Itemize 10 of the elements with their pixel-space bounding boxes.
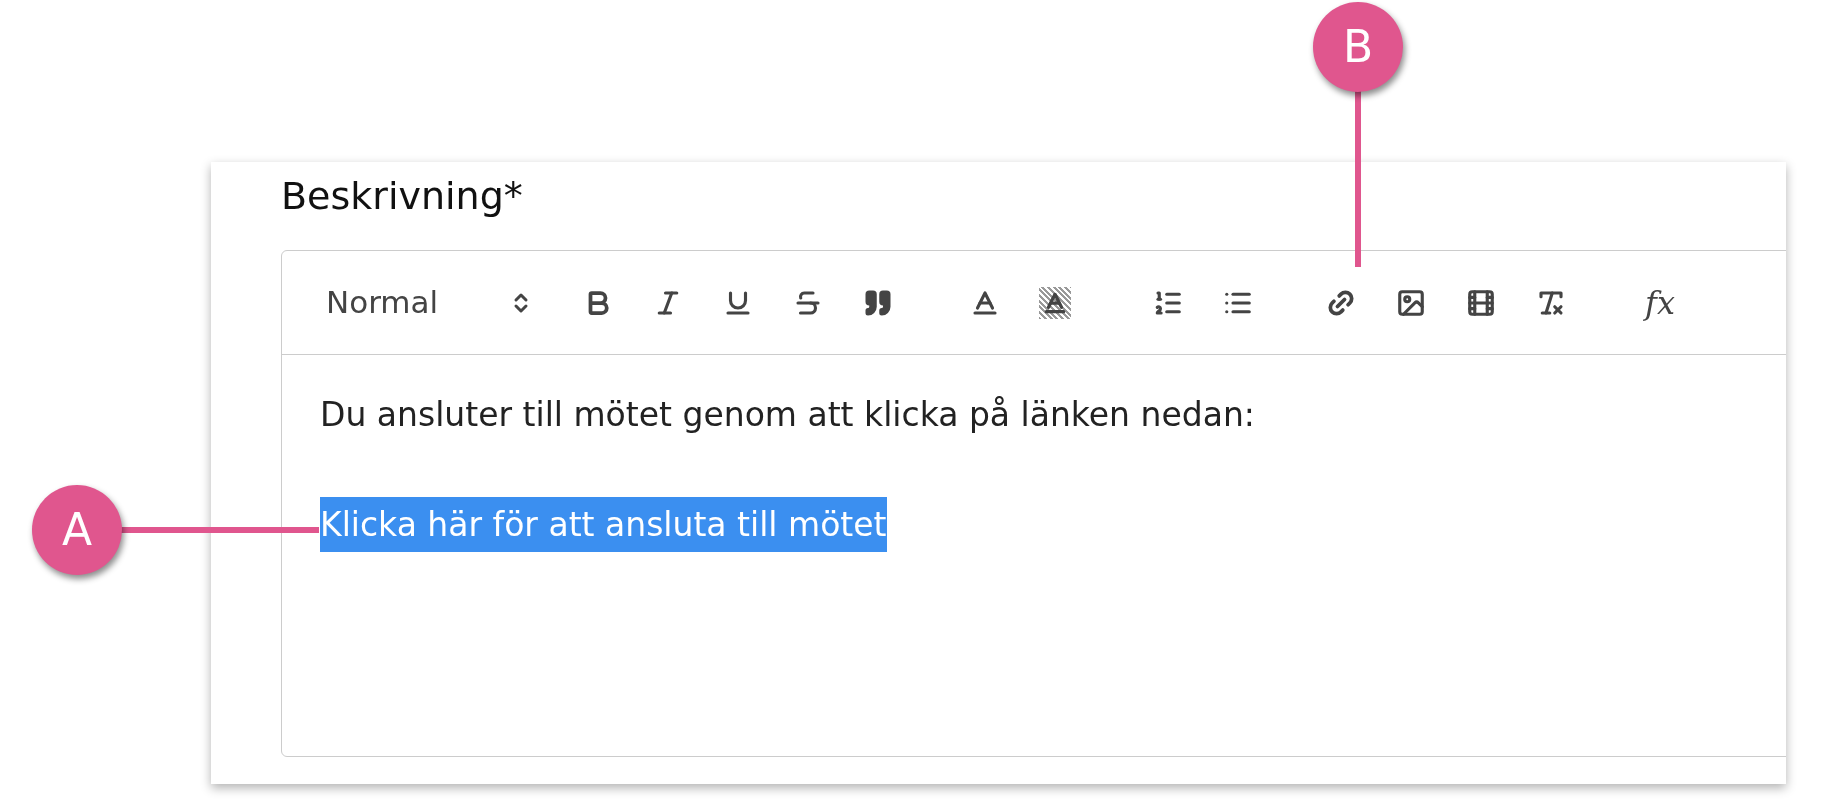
formula-button[interactable]: fx <box>1625 277 1695 328</box>
callout-marker: B <box>1313 2 1403 92</box>
film-icon <box>1466 287 1496 318</box>
format-dropdown[interactable]: Normal <box>312 277 563 328</box>
highlight-icon <box>1039 286 1071 319</box>
image-icon <box>1396 287 1426 318</box>
callout-marker: A <box>32 485 122 575</box>
selected-text: Klicka här för att ansluta till mötet <box>320 497 887 552</box>
field-label: Beskrivning* <box>281 173 523 220</box>
paragraph-text: Du ansluter till mötet genom att klicka på länken nedan: <box>320 394 1255 436</box>
